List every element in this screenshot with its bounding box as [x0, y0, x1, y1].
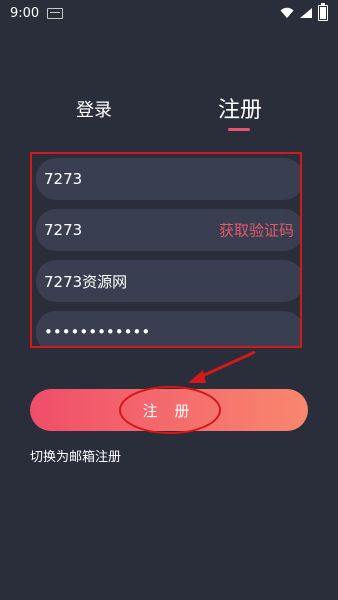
nickname-field[interactable]: 7273资源网	[36, 260, 300, 302]
get-code-button[interactable]: 获取验证码	[219, 220, 294, 241]
phone-field[interactable]: 7273	[36, 158, 300, 200]
wifi-icon	[280, 7, 294, 18]
tab-indicator	[228, 128, 250, 131]
switch-to-email-link[interactable]: 切换为邮箱注册	[30, 446, 121, 465]
register-button[interactable]: 注 册	[30, 389, 308, 431]
signal-icon	[300, 8, 312, 18]
nickname-value: 7273资源网	[44, 272, 128, 291]
status-bar: 9:00	[0, 0, 338, 26]
status-right	[280, 3, 328, 21]
phone-value: 7273	[44, 170, 83, 188]
verification-code-value: 7273	[44, 221, 83, 239]
status-left: 9:00	[10, 5, 64, 21]
status-time: 9:00	[10, 5, 40, 21]
registration-form: 7273 7273 获取验证码 7273资源网 ••••••••••••	[30, 152, 302, 348]
battery-icon	[318, 3, 328, 21]
annotation-arrow-line	[199, 350, 256, 379]
tab-register[interactable]: 注册	[218, 92, 262, 124]
keyboard-icon	[47, 7, 64, 19]
annotation-arrowhead	[188, 370, 206, 383]
verification-code-field[interactable]: 7273 获取验证码	[36, 209, 300, 251]
auth-tabs: 登录 注册	[0, 92, 338, 136]
password-field[interactable]: ••••••••••••	[36, 311, 300, 346]
tab-login[interactable]: 登录	[76, 96, 112, 122]
password-value: ••••••••••••	[44, 323, 151, 341]
